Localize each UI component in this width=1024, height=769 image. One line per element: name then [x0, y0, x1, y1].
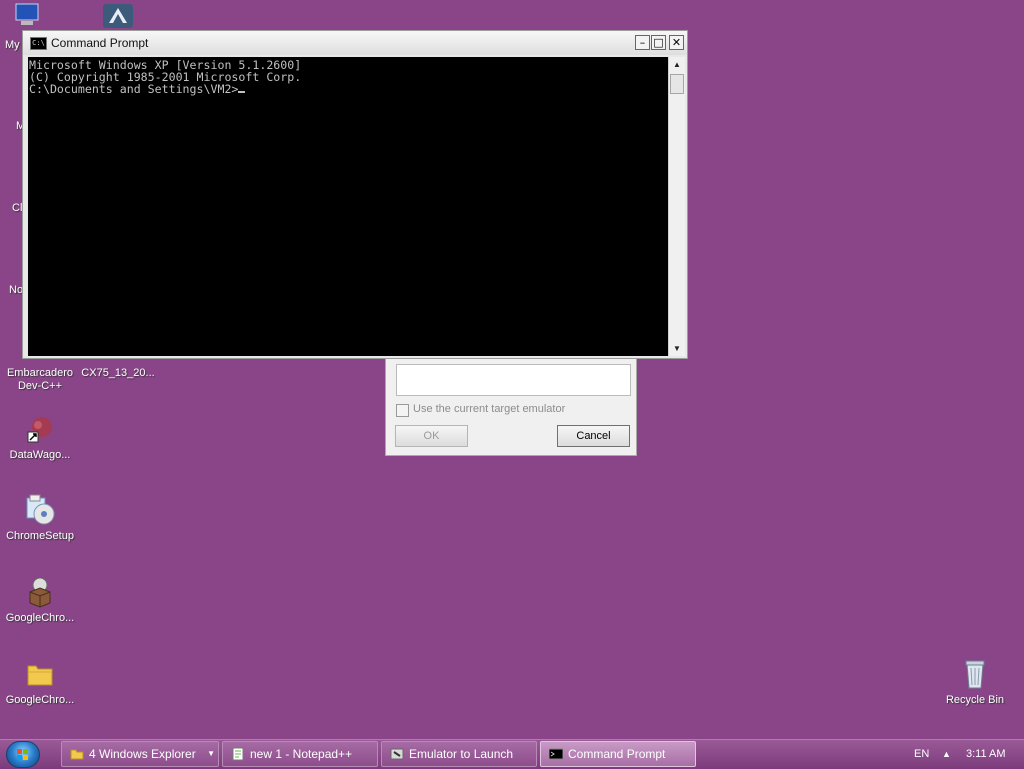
desktop-icon-recycle-bin[interactable]: Recycle Bin	[935, 658, 1015, 707]
vertical-scrollbar[interactable]: ▲ ▼	[668, 57, 685, 356]
windows-flag-icon	[17, 749, 28, 760]
use-current-emulator-label: Use the current target emulator	[413, 403, 566, 415]
taskbar: 4 Windows Explorer ▼ new 1 - Notepad++ E…	[0, 739, 1024, 769]
notepadpp-icon	[232, 747, 244, 761]
desktop-icon-cx75[interactable]: CX75_13_20...	[78, 367, 158, 380]
desktop-icon-label: No	[9, 284, 24, 296]
desktop-icon-label: CX75_13_20...	[81, 367, 155, 379]
cancel-button[interactable]: Cancel	[557, 425, 630, 447]
console-prompt: C:\Documents and Settings\VM2>	[29, 82, 239, 96]
folder-icon	[24, 658, 56, 690]
emulator-dialog: Use the current target emulator OK Cance…	[385, 357, 637, 456]
chevron-down-icon: ▼	[207, 749, 215, 758]
installer-icon	[24, 494, 56, 526]
my-computer-icon	[12, 3, 39, 27]
app-shortcut-icon	[101, 3, 135, 29]
taskbar-item-label: 4 Windows Explorer	[89, 747, 196, 761]
taskbar-item-label: new 1 - Notepad++	[250, 747, 353, 761]
console-prompt-line: C:\Documents and Settings\VM2>	[29, 83, 668, 95]
desktop-icon-devcpp[interactable]: Embarcadero Dev-C++	[0, 367, 80, 393]
desktop-icon-chromesetup[interactable]: ChromeSetup	[0, 494, 80, 543]
ok-button[interactable]: OK	[395, 425, 468, 447]
desktop-icon-label: Recycle Bin	[945, 694, 1005, 706]
show-hidden-icons-icon[interactable]: ▲	[942, 740, 951, 768]
desktop-icon-label: My	[5, 39, 20, 51]
desktop-icon-datawagon[interactable]: DataWago...	[0, 413, 80, 462]
language-indicator[interactable]: EN	[914, 740, 929, 768]
desktop-icon-label: GoogleChro...	[5, 612, 75, 624]
taskbar-item-label: Emulator to Launch	[409, 747, 514, 761]
desktop-icon-googlechrome-package[interactable]: GoogleChro...	[0, 576, 80, 625]
title-bar[interactable]: C:\ Command Prompt – □ ✕	[23, 31, 687, 55]
taskbar-item-notepadpp[interactable]: new 1 - Notepad++	[222, 741, 378, 767]
cmd-icon	[549, 748, 563, 760]
emulator-list[interactable]	[396, 364, 631, 396]
maximize-button[interactable]: □	[651, 35, 666, 50]
taskbar-item-windows-explorer[interactable]: 4 Windows Explorer ▼	[61, 741, 219, 767]
start-button[interactable]	[6, 741, 40, 768]
text-cursor	[238, 91, 246, 93]
taskbar-item-emulator-to-launch[interactable]: Emulator to Launch	[381, 741, 537, 767]
desktop-icon-googlechrome-folder[interactable]: GoogleChro...	[0, 658, 80, 707]
cmd-icon: C:\	[30, 37, 47, 50]
tool-icon	[390, 748, 404, 760]
recycle-bin-icon	[959, 658, 991, 690]
clock[interactable]: 3:11 AM	[966, 740, 1006, 768]
desktop-icon-label: GoogleChro...	[5, 694, 75, 706]
desktop-icon-my-computer[interactable]: My	[0, 3, 39, 51]
scroll-down-icon[interactable]: ▼	[669, 341, 685, 356]
desktop-icon-label: Embarcadero Dev-C++	[6, 367, 74, 392]
taskbar-item-label: Command Prompt	[568, 747, 666, 761]
close-button[interactable]: ✕	[669, 35, 684, 50]
scroll-thumb[interactable]	[670, 74, 684, 94]
window-title: Command Prompt	[51, 36, 149, 50]
minimize-button[interactable]: –	[635, 35, 650, 50]
taskbar-item-command-prompt[interactable]: Command Prompt	[540, 741, 696, 767]
desktop-icon-label: Cl	[12, 202, 23, 214]
console-output[interactable]: Microsoft Windows XP [Version 5.1.2600](…	[28, 57, 668, 356]
datawagon-icon	[24, 413, 56, 445]
desktop-icon-app[interactable]	[98, 3, 138, 33]
desktop-icon-label: DataWago...	[9, 449, 71, 461]
desktop-icon-label: ChromeSetup	[6, 530, 74, 542]
package-icon	[24, 576, 56, 608]
use-current-emulator-checkbox[interactable]	[396, 404, 409, 417]
scroll-up-icon[interactable]: ▲	[669, 57, 685, 72]
folder-icon	[70, 749, 84, 760]
command-prompt-window: C:\ Command Prompt – □ ✕ Microsoft Windo…	[22, 30, 688, 359]
